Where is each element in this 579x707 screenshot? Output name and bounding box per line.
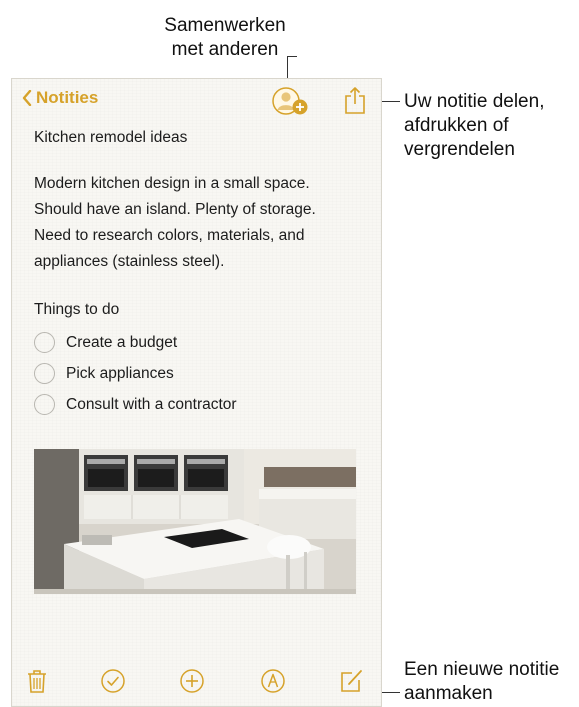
note-title: Kitchen remodel ideas bbox=[34, 129, 188, 146]
checklist-item: Consult with a contractor bbox=[34, 389, 374, 420]
paragraph-line: appliances (stainless steel). bbox=[34, 253, 225, 270]
checkbox-circle[interactable] bbox=[34, 394, 55, 415]
back-button[interactable]: Notities bbox=[22, 88, 98, 108]
chevron-left-icon bbox=[22, 90, 32, 106]
trash-icon[interactable] bbox=[24, 668, 50, 694]
share-callout: Uw notitie delen, afdrukken of vergrende… bbox=[404, 90, 574, 162]
callout-line: Een nieuwe notitie bbox=[404, 659, 560, 680]
note-body[interactable]: Kitchen remodel ideas Modern kitchen des… bbox=[34, 127, 374, 420]
bottom-toolbar bbox=[12, 660, 381, 706]
new-note-callout: Een nieuwe notitie aanmaken bbox=[404, 658, 576, 706]
checklist-item: Create a budget bbox=[34, 327, 374, 358]
callout-line: Samenwerken bbox=[164, 15, 286, 36]
collaborate-leader-h bbox=[287, 56, 297, 57]
checklist-icon[interactable] bbox=[100, 668, 126, 694]
add-icon[interactable] bbox=[179, 668, 205, 694]
checklist-heading: Things to do bbox=[34, 301, 120, 318]
paragraph-line: Need to research colors, materials, and bbox=[34, 227, 305, 244]
compose-icon[interactable] bbox=[338, 668, 364, 694]
paragraph-line: Should have an island. Plenty of storage… bbox=[34, 201, 316, 218]
checkbox-circle[interactable] bbox=[34, 363, 55, 384]
callout-line: met anderen bbox=[171, 39, 279, 60]
callout-line: aanmaken bbox=[404, 683, 493, 704]
add-person-icon[interactable] bbox=[271, 86, 311, 116]
checkbox-circle[interactable] bbox=[34, 332, 55, 353]
checklist: Create a budget Pick appliances Consult … bbox=[34, 327, 374, 420]
checklist-item-label: Create a budget bbox=[66, 333, 178, 351]
note-screen: Notities Kitchen remodel ideas Modern ki… bbox=[11, 78, 382, 707]
callout-line: Uw notitie delen, bbox=[404, 91, 545, 112]
callout-line: afdrukken of bbox=[404, 115, 509, 136]
callout-line: vergrendelen bbox=[404, 139, 515, 160]
back-label: Notities bbox=[36, 88, 99, 107]
checklist-item: Pick appliances bbox=[34, 358, 374, 389]
markup-icon[interactable] bbox=[260, 668, 286, 694]
checklist-item-label: Consult with a contractor bbox=[66, 395, 237, 413]
navigation-bar: Notities bbox=[12, 79, 381, 121]
paragraph-line: Modern kitchen design in a small space. bbox=[34, 175, 310, 192]
note-paragraph: Modern kitchen design in a small space. … bbox=[34, 171, 374, 275]
kitchen-photo[interactable] bbox=[34, 449, 356, 594]
collaborate-callout: Samenwerken met anderen bbox=[140, 14, 310, 62]
checklist-item-label: Pick appliances bbox=[66, 364, 174, 382]
share-icon[interactable] bbox=[343, 85, 367, 115]
